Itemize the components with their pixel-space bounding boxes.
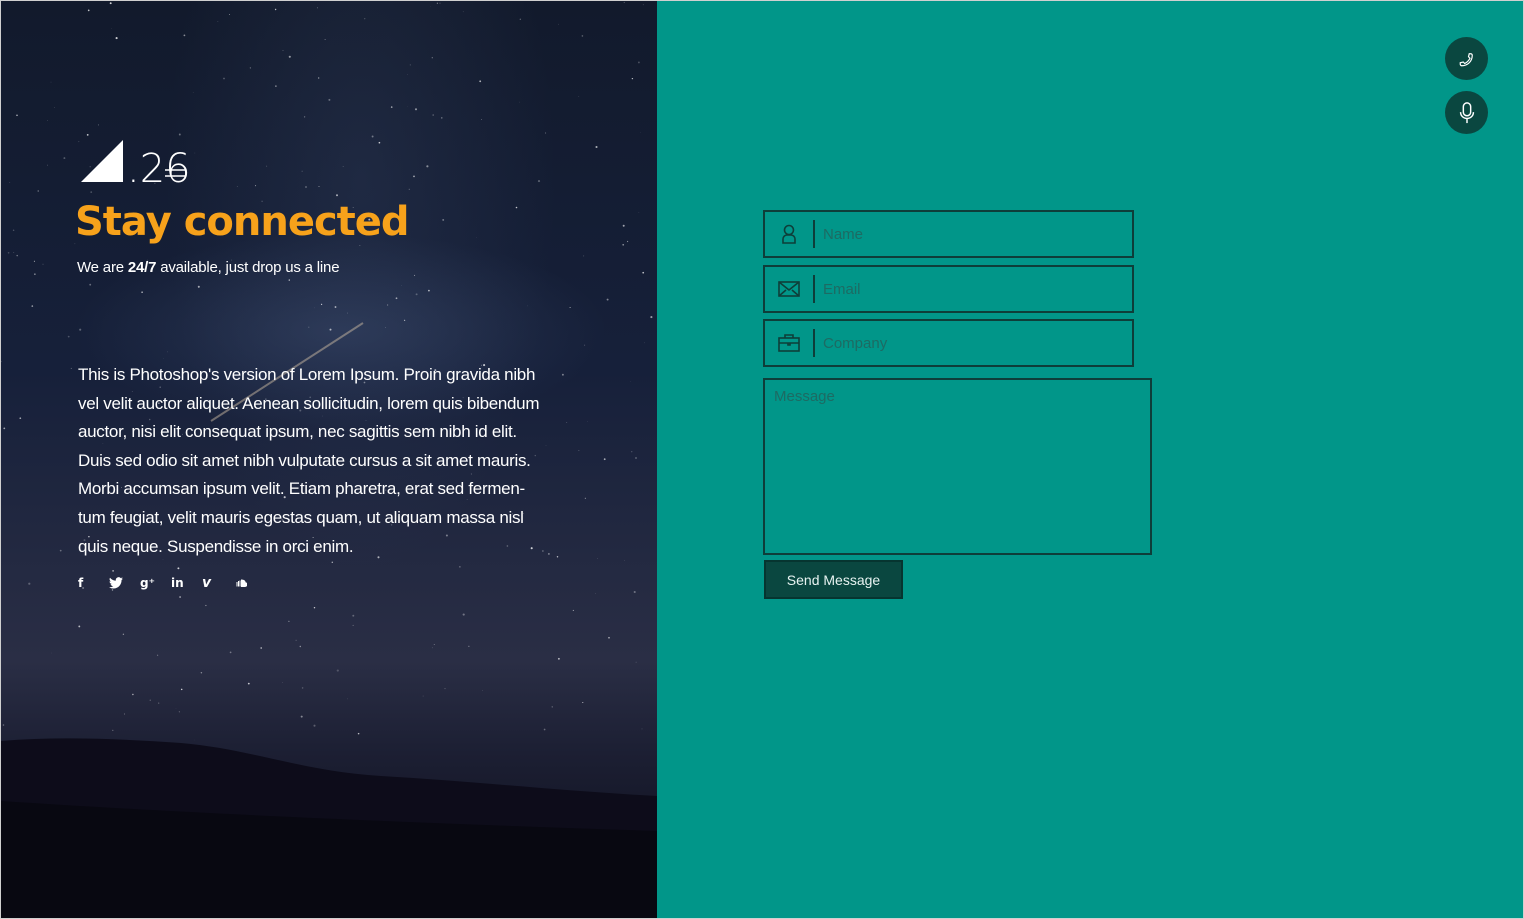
microphone-icon	[1459, 101, 1474, 123]
company-field	[763, 319, 1134, 367]
subtitle-highlight: 24/7	[127, 259, 157, 276]
call-button[interactable]	[1445, 37, 1488, 80]
email-field	[763, 265, 1134, 313]
brand-logo: .26	[81, 139, 191, 192]
social-links: f g⁺ in v	[78, 574, 264, 592]
soundcloud-icon[interactable]	[233, 574, 264, 592]
linkedin-icon[interactable]: in	[171, 574, 202, 592]
company-input[interactable]	[815, 322, 1132, 364]
google-plus-icon[interactable]: g⁺	[140, 574, 171, 592]
name-input[interactable]	[815, 213, 1132, 255]
subtitle-suffix: available, just drop us a line	[156, 259, 340, 276]
envelope-icon	[765, 267, 813, 311]
logo-text: .26	[127, 146, 191, 185]
hero-panel: .26 Stay connected We are 24/7 available…	[1, 1, 657, 918]
send-message-button[interactable]: Send Message	[764, 560, 903, 599]
phone-icon	[1459, 52, 1473, 66]
page-subtitle: We are 24/7 available, just drop us a li…	[77, 259, 340, 276]
briefcase-icon	[765, 321, 813, 365]
vimeo-icon[interactable]: v	[202, 574, 233, 592]
subtitle-prefix: We are	[77, 259, 128, 276]
facebook-icon[interactable]: f	[78, 574, 109, 592]
linkedin-glyph: in	[171, 576, 184, 590]
twitter-icon[interactable]	[109, 574, 140, 592]
vimeo-glyph: v	[202, 575, 212, 591]
page-title: Stay connected	[75, 199, 410, 245]
user-icon	[765, 212, 813, 256]
google-plus-glyph: g⁺	[140, 576, 155, 590]
message-textarea[interactable]	[763, 378, 1152, 555]
intro-paragraph: This is Photoshop's version of Lorem Ips…	[78, 365, 540, 556]
voice-button[interactable]	[1445, 91, 1488, 134]
name-field	[763, 210, 1134, 258]
contact-panel: Send Message	[657, 1, 1523, 918]
email-input[interactable]	[815, 268, 1132, 310]
facebook-glyph: f	[78, 576, 84, 590]
